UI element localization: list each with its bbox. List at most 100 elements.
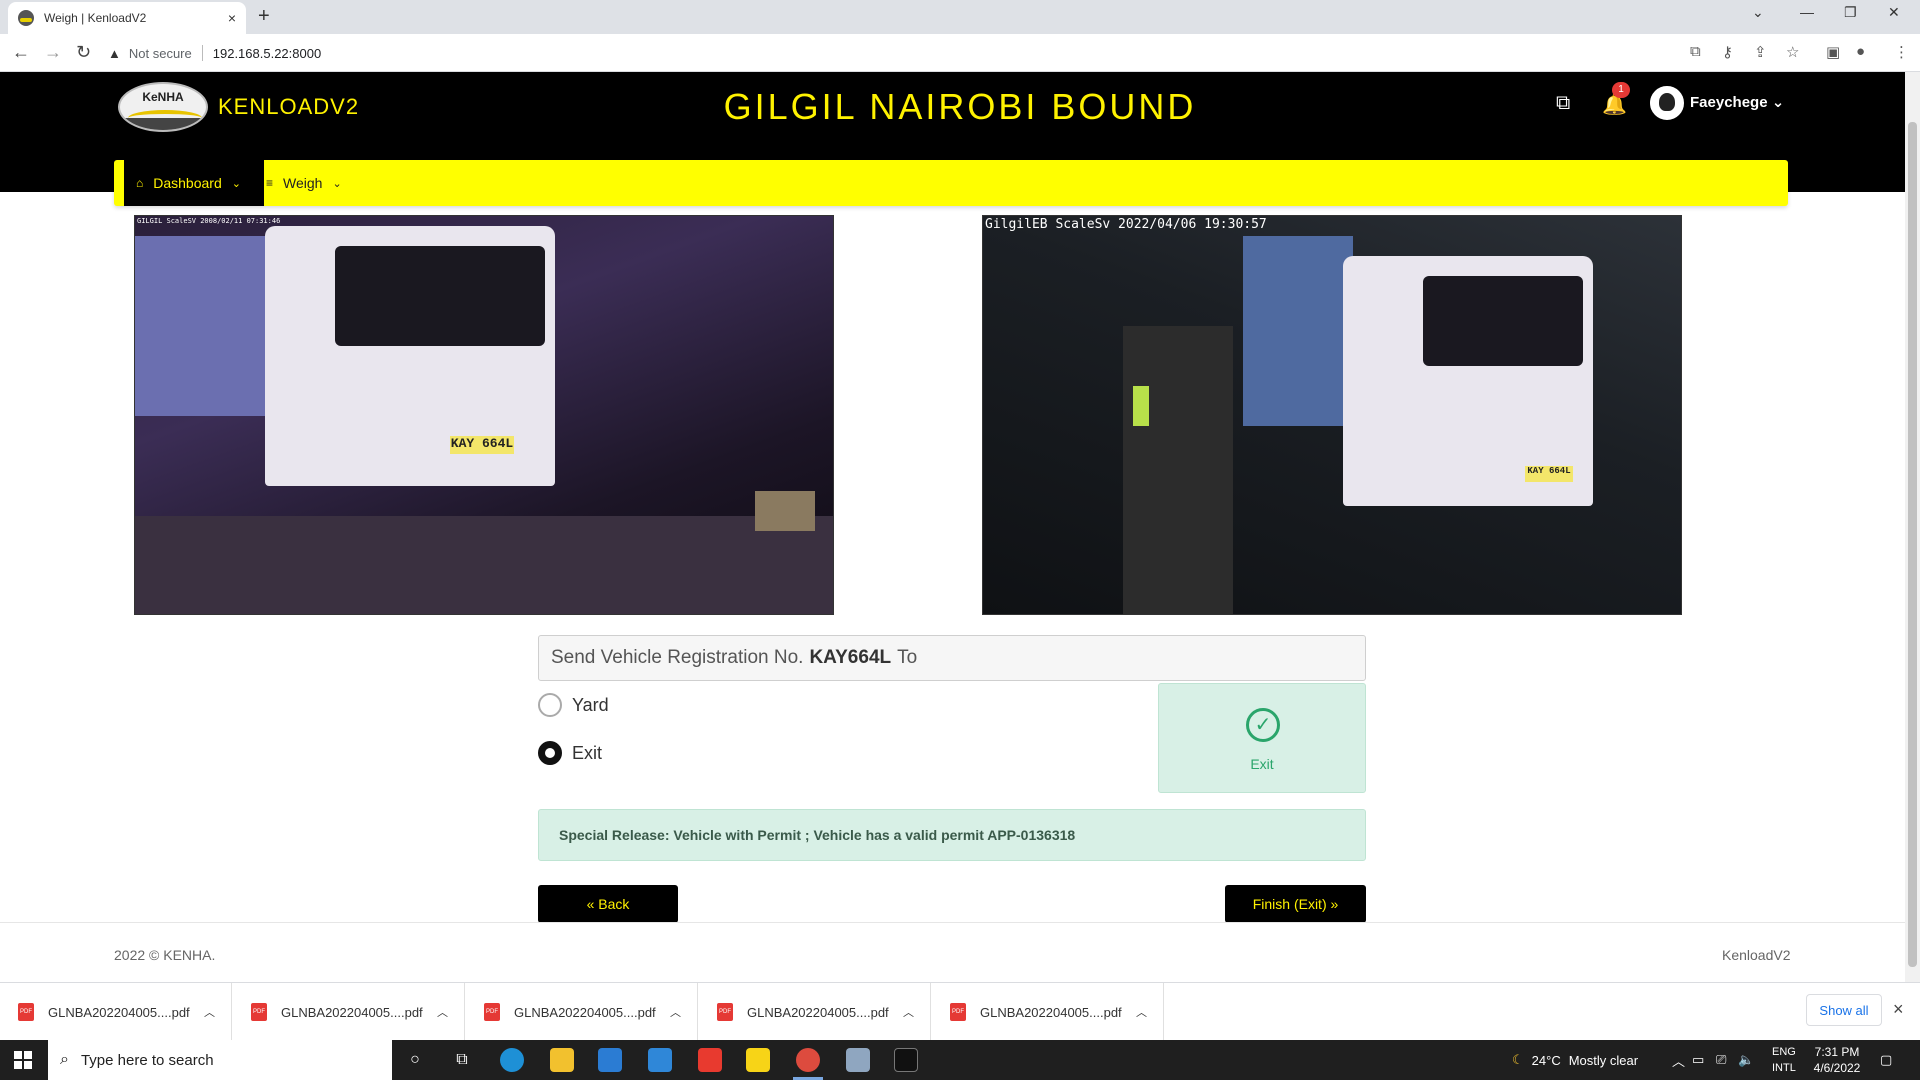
page-footer: 2022 © KENHA. KenloadV2 xyxy=(0,922,1905,982)
chevron-up-icon[interactable]: ︿ xyxy=(670,1004,681,1020)
restore-icon[interactable]: ❐ xyxy=(1844,4,1857,21)
chevron-up-icon[interactable]: ︿ xyxy=(903,1004,914,1020)
weather-widget[interactable]: ☾ 24°C Mostly clear xyxy=(1512,1040,1638,1080)
list-icon: ≡ xyxy=(266,176,274,190)
app-icon[interactable] xyxy=(846,1048,870,1072)
logo-text: KeNHA xyxy=(142,90,184,104)
vehicle-registration: KAY664L xyxy=(809,647,892,668)
side-panel-icon[interactable]: ▣ xyxy=(1826,43,1840,61)
chevron-up-icon[interactable]: ︿ xyxy=(1672,1040,1685,1080)
volume-icon[interactable]: 🔈 xyxy=(1738,1040,1754,1080)
home-icon: ⌂ xyxy=(136,176,144,190)
edge-icon[interactable] xyxy=(500,1048,524,1072)
chrome-icon[interactable] xyxy=(796,1048,820,1072)
warning-icon: ▲ xyxy=(108,45,121,61)
url-text[interactable]: 192.168.5.22:8000 xyxy=(213,46,321,61)
chevron-up-icon[interactable]: ︿ xyxy=(1136,1004,1147,1020)
chevron-up-icon[interactable]: ︿ xyxy=(437,1004,448,1020)
pdf-icon: PDF xyxy=(484,1003,500,1021)
tab-close-icon[interactable]: × xyxy=(228,10,236,26)
key-icon[interactable]: ⚷ xyxy=(1722,43,1733,61)
file-explorer-icon[interactable] xyxy=(550,1048,574,1072)
browser-menu-icon[interactable]: ⋮ xyxy=(1894,43,1909,61)
kenha-logo[interactable]: KeNHA xyxy=(118,82,208,132)
exit-radio[interactable] xyxy=(538,741,562,765)
avatar[interactable] xyxy=(1650,86,1684,120)
ramp-block xyxy=(755,491,815,531)
forward-arrow-icon[interactable]: → xyxy=(44,42,62,63)
language-indicator[interactable]: ENG INTL xyxy=(1772,1044,1796,1076)
user-menu[interactable]: Faeychege ⌄ xyxy=(1690,93,1784,111)
menu-item-dashboard[interactable]: ⌂ Dashboard ⌄ xyxy=(124,160,264,206)
send-suffix: To xyxy=(897,647,918,668)
notifications-icon[interactable]: ▢ xyxy=(1880,1040,1892,1080)
send-prefix: Send Vehicle Registration No. xyxy=(551,647,804,668)
yard-radio[interactable] xyxy=(538,693,562,717)
download-bar: PDF GLNBA202204005....pdf ︿ PDF GLNBA202… xyxy=(0,982,1920,1041)
download-item[interactable]: PDF GLNBA202204005....pdf ︿ xyxy=(0,983,232,1041)
sticky-notes-icon[interactable] xyxy=(746,1048,770,1072)
app-version: KenloadV2 xyxy=(1722,947,1791,963)
cast-icon[interactable]: ⧉ xyxy=(1690,43,1701,60)
windows-start-icon[interactable] xyxy=(14,1051,32,1069)
share-icon[interactable]: ⇪ xyxy=(1754,43,1767,61)
store-icon[interactable] xyxy=(598,1048,622,1072)
taskbar-search[interactable]: ⌕ Type here to search xyxy=(48,1040,392,1080)
url-field[interactable]: ▲ Not secure 192.168.5.22:8000 xyxy=(108,38,1668,68)
fullscreen-icon[interactable]: ⧉ xyxy=(1556,92,1570,115)
attendant xyxy=(1133,386,1149,426)
favicon-icon xyxy=(18,10,34,26)
option-exit[interactable]: Exit xyxy=(538,741,602,765)
minimize-icon[interactable]: — xyxy=(1800,4,1814,20)
task-view-icon[interactable]: ⧉ xyxy=(450,1048,474,1072)
chevron-down-icon: ⌄ xyxy=(332,177,342,190)
back-button[interactable]: « Back xyxy=(538,885,678,923)
weather-temp: 24°C xyxy=(1531,1052,1561,1068)
cortana-icon[interactable]: ○ xyxy=(403,1048,427,1072)
chevron-up-icon[interactable]: ︿ xyxy=(204,1004,215,1020)
new-tab-button[interactable]: + xyxy=(258,5,270,28)
start-pane xyxy=(24,1051,32,1059)
profile-icon[interactable]: ● xyxy=(1856,43,1865,60)
tab-search-chevron-icon[interactable]: ⌄ xyxy=(1752,4,1764,21)
show-all-button[interactable]: Show all xyxy=(1806,994,1882,1026)
close-icon[interactable]: × xyxy=(1893,999,1904,1020)
license-plate: KAY 664L xyxy=(450,436,514,454)
logo-swoosh xyxy=(128,110,202,126)
search-icon: ⌕ xyxy=(60,1051,69,1068)
option-yard[interactable]: Yard xyxy=(538,693,609,717)
browser-tab[interactable]: Weigh | KenloadV2 × xyxy=(8,2,246,34)
pdf-icon: PDF xyxy=(18,1003,34,1021)
scroll-thumb[interactable] xyxy=(1908,122,1917,967)
side-camera-image: KAY 664L GilgilEB ScaleSv 2022/04/06 19:… xyxy=(982,215,1682,615)
time: 7:31 PM xyxy=(1814,1045,1860,1059)
anydesk-icon[interactable] xyxy=(698,1048,722,1072)
bookmark-star-icon[interactable]: ☆ xyxy=(1786,43,1799,61)
download-item[interactable]: PDF GLNBA202204005....pdf ︿ xyxy=(932,983,1164,1041)
option-label: Yard xyxy=(572,694,609,715)
network-icon[interactable]: ▭ xyxy=(1692,1040,1704,1080)
download-item[interactable]: PDF GLNBA202204005....pdf ︿ xyxy=(466,983,698,1041)
clock[interactable]: 7:31 PM 4/6/2022 xyxy=(1804,1044,1870,1076)
menu-item-weigh[interactable]: ≡ Weigh ⌄ xyxy=(254,160,354,206)
selected-destination-label: Exit xyxy=(1250,756,1274,772)
date: 4/6/2022 xyxy=(1813,1061,1861,1075)
mail-icon[interactable] xyxy=(648,1048,672,1072)
address-bar: ← → ↻ ▲ Not secure 192.168.5.22:8000 ⧉ ⚷… xyxy=(0,34,1920,72)
download-item[interactable]: PDF GLNBA202204005....pdf ︿ xyxy=(699,983,931,1041)
chevron-down-icon: ⌄ xyxy=(231,177,241,190)
reload-icon[interactable]: ↻ xyxy=(76,42,91,63)
finish-exit-button[interactable]: Finish (Exit) » xyxy=(1225,885,1366,923)
terminal-icon[interactable] xyxy=(894,1048,918,1072)
notification-badge: 1 xyxy=(1612,82,1630,98)
page-scrollbar[interactable] xyxy=(1905,72,1920,982)
truck-cargo xyxy=(1243,236,1353,426)
download-filename: GLNBA202204005....pdf xyxy=(980,1004,1122,1020)
username: Faeychege xyxy=(1690,94,1768,111)
app-name[interactable]: KENLOADV2 xyxy=(218,94,359,120)
display-icon[interactable]: ⎚ xyxy=(1716,1040,1726,1080)
back-arrow-icon[interactable]: ← xyxy=(12,42,30,63)
download-item[interactable]: PDF GLNBA202204005....pdf ︿ xyxy=(233,983,465,1041)
window-close-icon[interactable]: ✕ xyxy=(1888,4,1900,21)
scale-lane xyxy=(1123,326,1233,614)
